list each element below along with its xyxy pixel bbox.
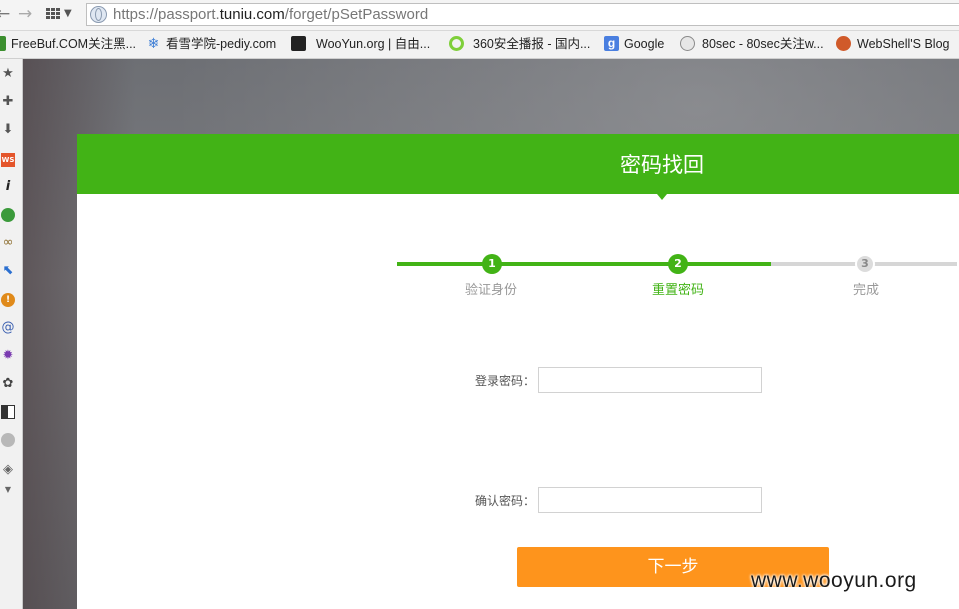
bug-icon[interactable]: ✹	[1, 349, 15, 363]
360-icon	[449, 36, 464, 51]
confirm-password-input[interactable]	[538, 487, 762, 513]
bookmark-label: 80sec - 80sec关注w...	[702, 37, 824, 51]
globe-icon	[90, 6, 107, 23]
grid-icon[interactable]	[1, 405, 15, 419]
bookmark-label: FreeBuf.COM关注黑...	[11, 37, 137, 51]
password-label: 登录密码：	[474, 374, 535, 388]
header-pointer	[657, 194, 667, 200]
url-domain: tuniu.com	[219, 6, 285, 23]
back-arrow-icon[interactable]: ←	[0, 4, 10, 24]
palette-icon[interactable]: ✿	[1, 377, 15, 391]
freebuf-icon	[0, 36, 6, 51]
progress-line-complete	[397, 262, 771, 266]
page-title: 密码找回	[620, 153, 704, 177]
google-icon: g	[604, 36, 619, 51]
extension-sidebar: ★ ✚ ⬇ WS i ∞ ⬉ ! @ ✹ ✿ ◈ ▼	[0, 59, 23, 609]
panel-header: 密码找回	[77, 134, 959, 194]
info-icon[interactable]: i	[1, 180, 15, 194]
swirl-icon[interactable]: @	[1, 321, 15, 335]
reset-password-panel: 密码找回 1 2 3 验证身份 重置密码 完成 登录密码： 确认密码： 下一步	[77, 134, 959, 609]
bookmark-label: Google	[624, 37, 665, 51]
bookmark-label: WebShell'S Blog	[857, 37, 950, 51]
step-2-label: 重置密码	[651, 283, 704, 298]
webshell-icon	[836, 36, 851, 51]
wooyun-icon	[291, 36, 306, 51]
step-1-label: 验证身份	[464, 283, 517, 298]
apps-grid-icon[interactable]	[46, 8, 60, 20]
url-text[interactable]: https://passport.tuniu.com/forget/pSetPa…	[113, 5, 428, 25]
puzzle-icon[interactable]: ✚	[1, 95, 15, 109]
bookmark-label: 看雪学院-pediy.com	[166, 37, 277, 51]
password-input[interactable]	[538, 367, 762, 393]
bookmark-label: 360安全播报 - 国内...	[473, 37, 591, 51]
bookmark-label: WooYun.org | 自由...	[316, 37, 431, 51]
step-2-dot: 2	[668, 254, 688, 274]
step-1-dot: 1	[482, 254, 502, 274]
watermark: www.wooyun.org	[751, 569, 917, 592]
address-toolbar: ← → ▼ https://passport.tuniu.com/forget/…	[0, 0, 959, 31]
globe-icon[interactable]	[1, 433, 15, 447]
star-icon[interactable]: ★	[1, 67, 15, 81]
green-shield-icon[interactable]	[1, 208, 15, 222]
cursor-icon[interactable]: ⬉	[1, 264, 15, 278]
globe-icon	[680, 36, 695, 51]
step-3-dot: 3	[855, 254, 875, 274]
link-icon[interactable]: ∞	[1, 236, 15, 250]
confirm-password-label: 确认密码：	[474, 494, 535, 508]
ws-icon[interactable]: WS	[1, 153, 15, 167]
bookmarks-bar: FreeBuf.COM关注黑... ❄ 看雪学院-pediy.com WooYu…	[0, 31, 959, 59]
forward-arrow-icon[interactable]: →	[18, 4, 32, 24]
chevron-down-icon[interactable]: ▼	[1, 483, 15, 497]
url-field[interactable]: https://passport.tuniu.com/forget/pSetPa…	[86, 3, 959, 26]
download-icon[interactable]: ⬇	[1, 123, 15, 137]
eraser-icon[interactable]: ◈	[1, 463, 15, 477]
snowflake-icon: ❄	[147, 35, 160, 51]
url-prefix: https://passport.	[113, 6, 220, 23]
orange-extension-icon[interactable]: !	[1, 293, 15, 307]
chevron-down-icon[interactable]: ▼	[64, 4, 72, 24]
step-3-label: 完成	[852, 283, 879, 298]
url-path: /forget/pSetPassword	[284, 6, 429, 23]
